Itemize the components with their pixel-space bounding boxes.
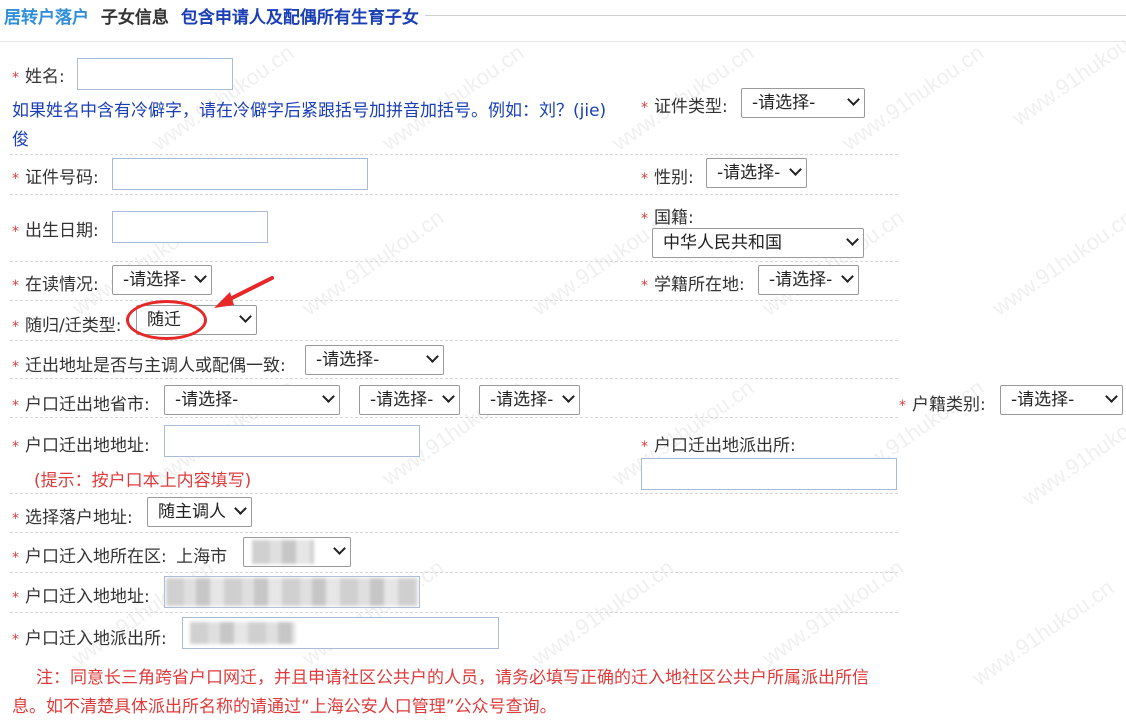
name-input[interactable] <box>77 58 233 90</box>
required-marker: * <box>12 359 19 375</box>
chevron-down-icon <box>841 270 854 283</box>
chevron-down-icon <box>846 233 859 246</box>
birth-date-label: * 出生日期: <box>12 221 99 241</box>
required-marker: * <box>12 70 19 86</box>
required-marker: * <box>641 100 648 116</box>
chevron-down-icon <box>194 270 207 283</box>
settle-address-label: * 选择落户地址: <box>12 508 133 528</box>
arrow-annotation-icon <box>214 276 274 308</box>
chevron-down-icon <box>426 350 439 363</box>
redacted-district <box>252 540 314 564</box>
row-divider <box>10 194 898 195</box>
required-marker: * <box>12 278 19 294</box>
out-address-input[interactable] <box>164 425 420 457</box>
notice-line1: 注：同意长三角跨省户口网迁，并且申请社区公共户的人员，请务必填写正确的迁入地社区… <box>36 668 869 688</box>
required-marker: * <box>12 511 19 527</box>
row-divider <box>10 261 898 262</box>
out-address-label: * 户口迁出地地址: <box>12 436 150 456</box>
name-hint-line2: 俊 <box>12 130 29 150</box>
move-type-label: * 随归/迁类型: <box>12 316 122 336</box>
watermark-text: www.91hukou.cn <box>967 574 1119 691</box>
row-divider <box>10 340 898 341</box>
chevron-down-icon <box>333 542 346 555</box>
required-marker: * <box>12 550 19 566</box>
nationality-label: * 国籍: <box>641 208 694 228</box>
required-marker: * <box>12 171 19 187</box>
chevron-down-icon <box>234 502 247 515</box>
required-marker: * <box>641 278 648 294</box>
study-status-label: * 在读情况: <box>12 275 99 295</box>
row-divider <box>10 572 898 573</box>
required-marker: * <box>12 439 19 455</box>
gender-select[interactable]: -请选择- <box>706 158 807 188</box>
required-marker: * <box>899 398 906 414</box>
in-police-label: * 户口迁入地派出所: <box>12 629 167 649</box>
required-marker: * <box>12 319 19 335</box>
section-header: 居转户落户 子女信息 包含申请人及配偶所有生育子女 <box>0 0 1126 42</box>
out-police-label: * 户口迁出地派出所: <box>641 436 796 456</box>
out-city-select[interactable]: -请选择- <box>359 385 460 415</box>
out-district-select[interactable]: -请选择- <box>479 385 580 415</box>
chevron-down-icon <box>442 390 455 403</box>
required-marker: * <box>12 590 19 606</box>
watermark-text: www.91hukou.cn <box>987 204 1126 321</box>
row-divider <box>10 300 898 301</box>
id-number-input[interactable] <box>112 158 368 190</box>
row-divider <box>10 154 898 155</box>
subsection-title: 子女信息 <box>100 8 169 28</box>
header-bottom-divider <box>0 41 1126 42</box>
out-police-input[interactable] <box>641 458 897 490</box>
chevron-down-icon <box>847 93 860 106</box>
chevron-down-icon <box>789 163 802 176</box>
required-marker: * <box>641 211 648 227</box>
settle-address-select[interactable]: 随主调人 <box>147 497 252 527</box>
chevron-down-icon <box>239 310 252 323</box>
highlight-circle <box>126 300 207 340</box>
header-titles: 居转户落户 子女信息 包含申请人及配偶所有生育子女 <box>0 3 425 28</box>
in-city-text: 上海市 <box>176 547 228 567</box>
in-address-label: * 户口迁入地地址: <box>12 587 150 607</box>
hukou-type-select[interactable]: -请选择- <box>1000 385 1123 415</box>
required-marker: * <box>641 171 648 187</box>
same-address-select[interactable]: -请选择- <box>305 345 444 375</box>
hukou-type-label: * 户籍类别: <box>899 395 986 415</box>
out-address-hint: (提示：按户口本上内容填写) <box>34 471 252 491</box>
subsection-note: 包含申请人及配偶所有生育子女 <box>180 8 419 28</box>
id-type-label: * 证件类型: <box>641 97 728 117</box>
id-type-select[interactable]: -请选择- <box>741 88 865 118</box>
redacted-in-police <box>190 622 296 644</box>
nationality-select[interactable]: 中华人民共和国 <box>652 228 864 258</box>
required-marker: * <box>12 632 19 648</box>
row-divider <box>10 493 898 494</box>
redacted-in-address <box>166 578 418 606</box>
out-province-city-label: * 户口迁出地省市: <box>12 395 150 415</box>
row-divider <box>10 532 898 533</box>
school-location-select[interactable]: -请选择- <box>758 265 859 295</box>
name-label: * 姓名: <box>12 67 65 87</box>
chevron-down-icon <box>322 390 335 403</box>
watermark-text: www.91hukou.cn <box>297 204 449 321</box>
name-hint-line1: 如果姓名中含有冷僻字，请在冷僻字后紧跟括号加拼音加括号。例如：刘？(jie) <box>12 101 607 121</box>
notice-line2: 息。如不清楚具体派出所名称的请通过“上海公安人口管理”公众号查询。 <box>12 697 557 717</box>
same-address-label: * 迁出地址是否与主调人或配偶一致: <box>12 356 286 376</box>
row-divider <box>10 612 898 613</box>
out-province-select[interactable]: -请选择- <box>164 385 340 415</box>
required-marker: * <box>12 398 19 414</box>
required-marker: * <box>12 224 19 240</box>
school-location-label: * 学籍所在地: <box>641 275 745 295</box>
gender-label: * 性别: <box>641 168 694 188</box>
section-title: 居转户落户 <box>4 8 89 28</box>
study-status-select[interactable]: -请选择- <box>112 265 212 295</box>
in-district-label: * 户口迁入地所在区: 上海市 <box>12 547 228 567</box>
row-divider <box>10 378 898 379</box>
watermark-text: www.91hukou.cn <box>757 204 909 321</box>
id-number-label: * 证件号码: <box>12 168 99 188</box>
required-marker: * <box>641 439 648 455</box>
row-divider <box>10 417 898 418</box>
chevron-down-icon <box>562 390 575 403</box>
birth-date-input[interactable] <box>112 211 268 243</box>
chevron-down-icon <box>1105 390 1118 403</box>
